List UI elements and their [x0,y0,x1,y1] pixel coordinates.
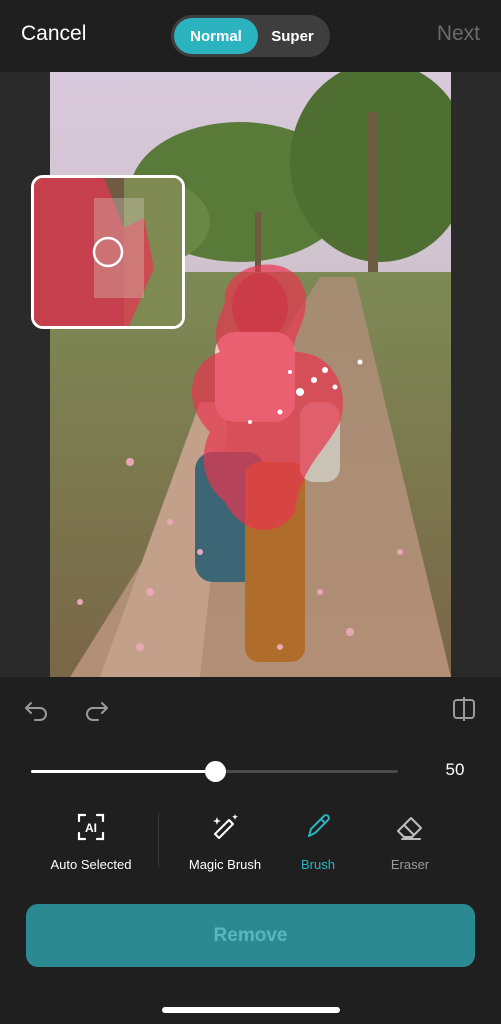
editing-canvas[interactable] [0,72,501,677]
compare-icon [453,697,475,721]
tool-divider [158,813,159,867]
mode-super-button[interactable]: Super [258,18,327,54]
compare-button[interactable] [450,695,478,723]
brush-size-slider[interactable] [31,761,398,782]
photo-editor-screen: Cancel Normal Super Next 50 AI Auto Sele… [0,0,501,1024]
brush-icon [308,814,330,837]
undo-button[interactable] [22,695,50,723]
redo-button[interactable] [83,695,111,723]
brush-size-value: 50 [445,760,465,779]
slider-thumb[interactable] [204,761,226,782]
eraser-icon [397,817,422,840]
svg-text:AI: AI [85,821,97,835]
tool-label: Eraser [390,857,430,872]
ai-select-icon: AI [77,813,105,841]
slider-fill [31,770,215,773]
tool-auto-selected[interactable]: AI Auto Selected [36,807,146,872]
tool-eraser[interactable]: Eraser [355,807,465,872]
next-button[interactable]: Next [437,22,480,46]
mode-toggle: Normal Super [171,15,330,57]
photo-preview[interactable] [50,72,451,677]
undo-icon [25,702,47,721]
magic-wand-icon [213,814,238,839]
remove-button[interactable]: Remove [26,904,475,967]
cancel-button[interactable]: Cancel [21,22,86,46]
top-bar: Cancel Normal Super Next [0,0,501,72]
mode-normal-button[interactable]: Normal [174,18,258,54]
tools-panel: 50 AI Auto Selected Magic Brush Brush Er… [0,677,501,1024]
tool-label: Auto Selected [50,857,132,872]
magnifier-preview [31,175,185,329]
redo-icon [86,702,108,721]
home-indicator [162,1007,340,1013]
